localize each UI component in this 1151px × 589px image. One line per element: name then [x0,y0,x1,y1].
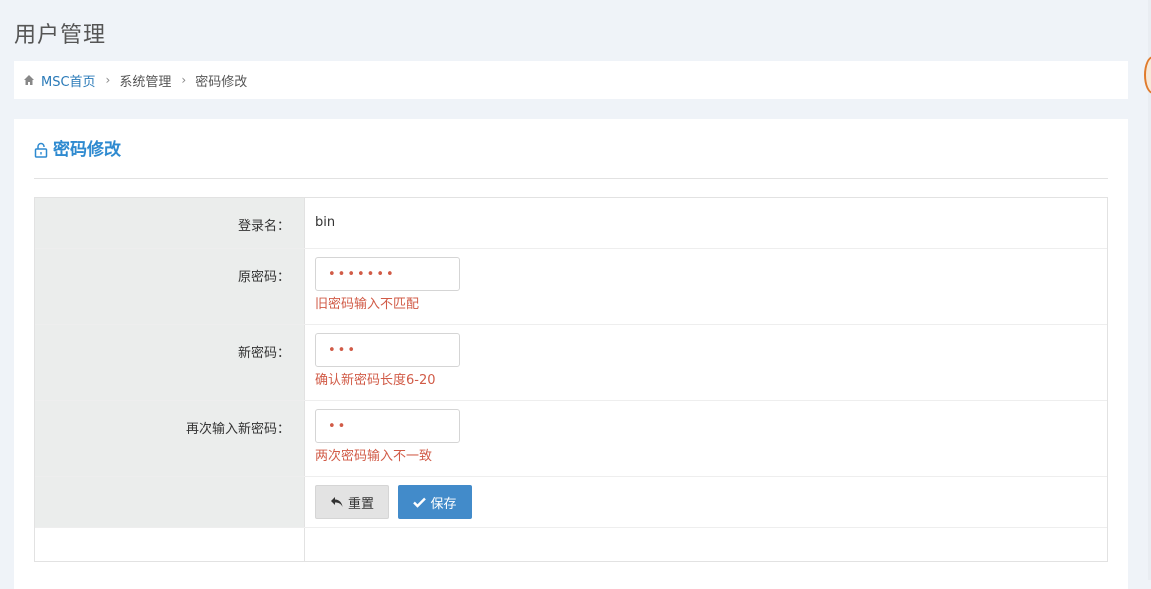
old-password-error: 旧密码输入不匹配 [315,297,420,312]
new-password-label: 新密码： [237,346,290,361]
form-row-confirm-password: 再次输入新密码： 两次密码输入不一致 [35,401,1107,477]
login-name-label: 登录名： [237,219,290,234]
panel-title: 密码修改 [53,140,121,160]
old-password-label: 原密码： [237,270,290,285]
chevron-right-icon: › [181,73,187,87]
lock-icon [34,142,48,158]
reset-button[interactable]: 重置 [315,485,389,519]
breadcrumb-home-link[interactable]: MSC首页 [41,71,96,90]
password-form: 登录名： bin 原密码： 旧密码输入不匹配 新密码： 确认新密码长度6-20 … [34,197,1108,562]
form-row-login-name: 登录名： bin [35,198,1107,249]
login-name-value: bin [315,215,336,230]
form-row-new-password: 新密码： 确认新密码长度6-20 [35,325,1107,401]
reset-button-label: 重置 [347,496,374,512]
breadcrumb-item-system[interactable]: 系统管理 [119,71,171,90]
new-password-input[interactable] [315,333,460,367]
check-icon [413,497,427,508]
confirm-password-error: 两次密码输入不一致 [315,449,433,464]
save-button[interactable]: 保存 [398,485,472,519]
undo-icon [330,497,343,507]
chevron-right-icon: › [105,73,111,87]
password-panel: 密码修改 登录名： bin 原密码： 旧密码输入不匹配 新密码： 确认新密码长度… [14,119,1128,589]
breadcrumb: MSC首页 › 系统管理 › 密码修改 [14,61,1128,99]
form-row-empty [35,528,1107,561]
confirm-password-label: 再次输入新密码： [185,422,290,437]
breadcrumb-item-current: 密码修改 [195,74,248,90]
save-button-label: 保存 [430,496,457,512]
home-icon [23,74,35,86]
old-password-input[interactable] [315,257,460,291]
confirm-password-input[interactable] [315,409,460,443]
new-password-error: 确认新密码长度6-20 [315,373,436,388]
panel-header: 密码修改 [34,139,1108,179]
page-title: 用户管理 [14,23,107,48]
form-row-old-password: 原密码： 旧密码输入不匹配 [35,249,1107,325]
settings-toggle-icon[interactable] [1144,56,1151,94]
form-row-actions: 重置 保存 [35,477,1107,528]
